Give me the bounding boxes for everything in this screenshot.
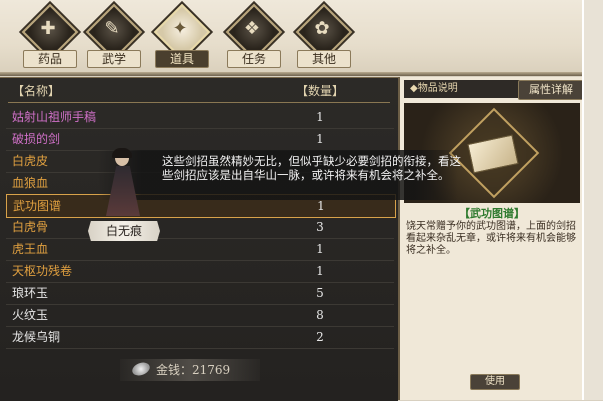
scroll-icon: ✎ <box>104 18 120 39</box>
inventory-row[interactable]: 白虎骨 3 <box>6 216 394 239</box>
item-name: 琅环玉 <box>12 286 49 300</box>
item-name: 血狼血 <box>12 176 49 190</box>
item-quantity: 2 <box>316 330 324 344</box>
item-quantity: 3 <box>316 220 324 234</box>
use-button[interactable]: 使用 <box>470 374 520 390</box>
item-quantity: 5 <box>316 286 324 300</box>
dialogue-box[interactable]: 这些剑招虽然精妙无比，但似乎缺少必要剑招的衔接，看这些剑招应该是出自华山一脉，或… <box>98 150 461 200</box>
detail-description: 饶天常赠予你的武功图谱，上面的剑招看起来杂乱无章，或许将来有机会能够将之补全。 <box>406 221 576 256</box>
item-detail-panel: ◆物品说明 属性详解 【武功图谱】 饶天常赠予你的武功图谱，上面的剑招看起来杂乱… <box>398 77 584 400</box>
header-divider <box>8 102 390 103</box>
money-label: 金钱：21769 <box>156 363 231 377</box>
item-name: 龙候乌铜 <box>12 330 61 344</box>
other-icon: ✿ <box>314 18 330 39</box>
inventory-row[interactable]: 破损的剑 1 <box>6 128 394 151</box>
speaker-nameplate: 白无痕 <box>88 221 160 241</box>
item-name: 破损的剑 <box>12 132 61 146</box>
item-quantity: 1 <box>316 264 324 278</box>
speaker-portrait <box>98 148 150 218</box>
item-name: 白虎皮 <box>12 154 49 168</box>
quest-icon: ❖ <box>243 18 261 39</box>
tab-other[interactable]: ✿ 其他 <box>294 3 354 72</box>
silver-coin-icon <box>130 360 152 378</box>
inventory-row[interactable]: 火纹玉 8 <box>6 304 394 327</box>
detail-title: ◆物品说明 <box>410 83 458 94</box>
tab-quests[interactable]: ❖ 任务 <box>224 3 284 72</box>
category-tab-bar: ✚ 药品 ✎ 武学 ✦ 道具 ❖ 任务 ✿ 其他 <box>0 0 603 76</box>
column-header-quantity: 【数量】 <box>296 84 345 98</box>
inventory-row[interactable]: 姑射山祖师手稿 1 <box>6 106 394 129</box>
item-name: 虎王血 <box>12 242 49 256</box>
item-name: 武功图谱 <box>13 199 62 213</box>
tab-items[interactable]: ✦ 道具 <box>152 3 212 72</box>
money-display: 金钱：21769 <box>120 359 260 381</box>
tab-martial-arts[interactable]: ✎ 武学 <box>84 3 144 72</box>
medicine-icon: ✚ <box>40 18 56 39</box>
item-name: 火纹玉 <box>12 308 49 322</box>
item-name: 天枢功残卷 <box>12 264 73 278</box>
item-icon: ✦ <box>172 18 188 39</box>
item-quantity: 8 <box>316 308 324 322</box>
inventory-row[interactable]: 龙候乌铜 2 <box>6 326 394 349</box>
attribute-details-tab[interactable]: 属性详解 <box>518 80 584 100</box>
inventory-row[interactable]: 天枢功残卷 1 <box>6 260 394 283</box>
tab-medicine[interactable]: ✚ 药品 <box>20 3 80 72</box>
right-edge-strip <box>584 0 603 400</box>
detail-header: ◆物品说明 属性详解 <box>404 80 584 100</box>
item-name: 白虎骨 <box>12 220 49 234</box>
column-header-name: 【名称】 <box>12 84 61 98</box>
dialogue-text: 这些剑招虽然精妙无比，但似乎缺少必要剑招的衔接，看这些剑招应该是出自华山一脉，或… <box>162 154 461 182</box>
item-name: 姑射山祖师手稿 <box>12 110 97 124</box>
inventory-panel: 【名称】 【数量】 姑射山祖师手稿 1 破损的剑 1 白虎皮 1 血狼血武功图谱 1 白虎骨 3 虎… <box>0 77 398 401</box>
detail-item-name: 【武功图谱】 <box>459 207 525 220</box>
item-quantity: 1 <box>316 242 324 256</box>
item-quantity: 1 <box>316 132 324 146</box>
item-quantity: 1 <box>316 110 324 124</box>
inventory-row[interactable]: 虎王血 1 <box>6 238 394 261</box>
inventory-row[interactable]: 琅环玉 5 <box>6 282 394 305</box>
